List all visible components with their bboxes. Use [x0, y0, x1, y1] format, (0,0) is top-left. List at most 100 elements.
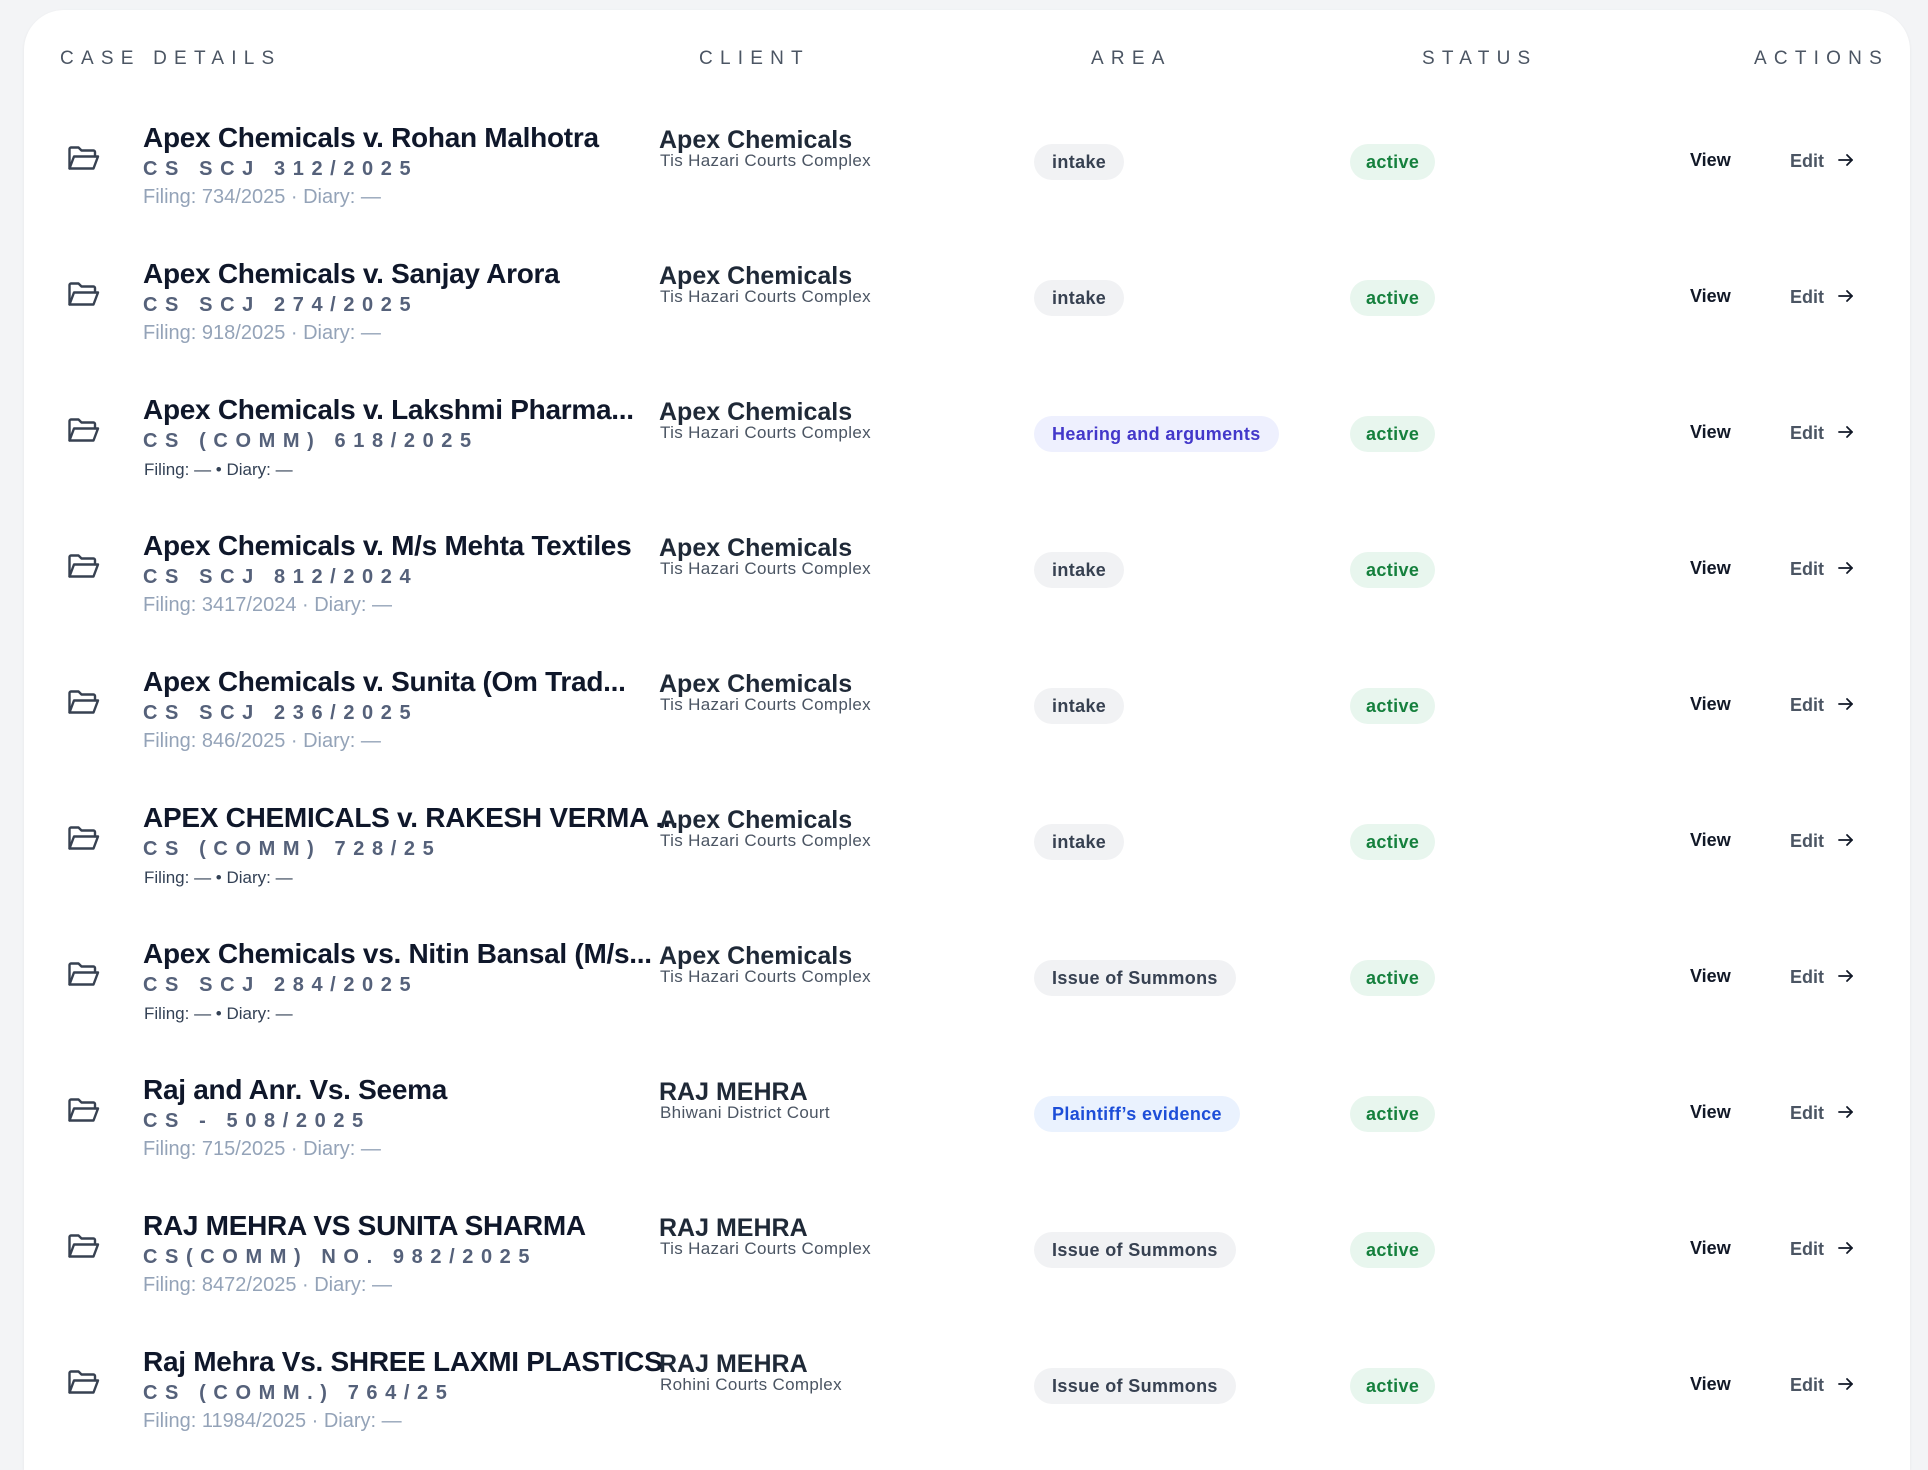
status-badge: active: [1350, 1096, 1436, 1132]
case-title[interactable]: Raj Mehra Vs. SHREE LAXMI PLASTICS: [143, 1346, 683, 1378]
edit-button[interactable]: Edit: [1790, 286, 1856, 311]
folder-open-icon: [64, 412, 102, 448]
status-badge: active: [1350, 1232, 1436, 1268]
arrow-right-icon: [1836, 422, 1856, 447]
edit-button[interactable]: Edit: [1790, 150, 1856, 175]
case-title[interactable]: Raj and Anr. Vs. Seema: [143, 1074, 683, 1106]
filing-diary-info: Filing: — • Diary: —: [144, 460, 293, 479]
table-row[interactable]: Apex Chemicals v. Lakshmi Pharma... CS (…: [24, 368, 1910, 504]
view-button[interactable]: View: [1690, 1374, 1731, 1395]
edit-button[interactable]: Edit: [1790, 694, 1856, 719]
view-button[interactable]: View: [1690, 1238, 1731, 1259]
view-button[interactable]: View: [1690, 1102, 1731, 1123]
court-name: Tis Hazari Courts Complex: [660, 695, 871, 714]
table-row[interactable]: Apex Chemicals v. Sunita (Om Trad... CS …: [24, 640, 1910, 776]
edit-button[interactable]: Edit: [1790, 558, 1856, 583]
view-button[interactable]: View: [1690, 830, 1731, 851]
edit-label: Edit: [1790, 831, 1824, 851]
table-row[interactable]: Apex Chemicals v. Rohan Malhotra CS SCJ …: [24, 96, 1910, 232]
edit-label: Edit: [1790, 1375, 1824, 1395]
court-name: Tis Hazari Courts Complex: [660, 287, 871, 306]
edit-button[interactable]: Edit: [1790, 1102, 1856, 1127]
folder-open-icon: [64, 1364, 102, 1400]
filing-diary-info: Filing: 8472/2025 · Diary: —: [143, 1274, 393, 1296]
table-body: Apex Chemicals v. Rohan Malhotra CS SCJ …: [24, 96, 1910, 1456]
folder-open-icon: [64, 1228, 102, 1264]
filing-diary-info: Filing: — • Diary: —: [144, 868, 293, 887]
area-badge: intake: [1034, 552, 1125, 588]
arrow-right-icon: [1836, 286, 1856, 311]
case-number: CS(COMM) NO. 982/2025: [143, 1246, 538, 1268]
table-row[interactable]: Apex Chemicals v. Sanjay Arora CS SCJ 27…: [24, 232, 1910, 368]
case-title[interactable]: Apex Chemicals v. Lakshmi Pharma...: [143, 394, 683, 426]
folder-open-icon: [64, 1092, 102, 1128]
filing-diary-info: Filing: 734/2025 · Diary: —: [143, 186, 381, 208]
case-title[interactable]: Apex Chemicals v. Sunita (Om Trad...: [143, 666, 683, 698]
case-title[interactable]: RAJ MEHRA VS SUNITA SHARMA: [143, 1210, 683, 1242]
court-name: Tis Hazari Courts Complex: [660, 1239, 871, 1258]
arrow-right-icon: [1836, 966, 1856, 991]
filing-diary-info: Filing: 918/2025 · Diary: —: [143, 322, 381, 344]
folder-open-icon: [64, 548, 102, 584]
status-badge: active: [1350, 416, 1436, 452]
table-header: CASE DETAILS CLIENT AREA STATUS ACTIONS: [24, 38, 1910, 78]
arrow-right-icon: [1836, 1374, 1856, 1399]
table-row[interactable]: Raj and Anr. Vs. Seema CS - 508/2025 Fil…: [24, 1048, 1910, 1184]
view-button[interactable]: View: [1690, 966, 1731, 987]
case-title[interactable]: Apex Chemicals v. Sanjay Arora: [143, 258, 683, 290]
court-name: Tis Hazari Courts Complex: [660, 151, 871, 170]
court-name: Bhiwani District Court: [660, 1103, 830, 1122]
column-header-actions: ACTIONS: [1754, 48, 1889, 69]
filing-diary-info: Filing: 846/2025 · Diary: —: [143, 730, 381, 752]
case-title[interactable]: Apex Chemicals v. Rohan Malhotra: [143, 122, 683, 154]
court-name: Tis Hazari Courts Complex: [660, 559, 871, 578]
table-row[interactable]: RAJ MEHRA VS SUNITA SHARMA CS(COMM) NO. …: [24, 1184, 1910, 1320]
folder-open-icon: [64, 956, 102, 992]
edit-button[interactable]: Edit: [1790, 422, 1856, 447]
case-number: CS SCJ 236/2025: [143, 702, 419, 724]
table-row[interactable]: Apex Chemicals v. M/s Mehta Textiles CS …: [24, 504, 1910, 640]
view-button[interactable]: View: [1690, 558, 1731, 579]
arrow-right-icon: [1836, 694, 1856, 719]
status-badge: active: [1350, 552, 1436, 588]
area-badge: intake: [1034, 280, 1125, 316]
filing-diary-info: Filing: 715/2025 · Diary: —: [143, 1138, 381, 1160]
edit-button[interactable]: Edit: [1790, 966, 1856, 991]
arrow-right-icon: [1836, 830, 1856, 855]
area-badge: Issue of Summons: [1034, 960, 1236, 996]
filing-diary-info: Filing: 11984/2025 · Diary: —: [143, 1410, 402, 1432]
edit-button[interactable]: Edit: [1790, 830, 1856, 855]
court-name: Tis Hazari Courts Complex: [660, 967, 871, 986]
edit-label: Edit: [1790, 151, 1824, 171]
edit-label: Edit: [1790, 423, 1824, 443]
case-title[interactable]: Apex Chemicals v. M/s Mehta Textiles: [143, 530, 683, 562]
case-number: CS (COMM) 728/25: [143, 838, 442, 860]
column-header-case-details: CASE DETAILS: [60, 48, 282, 69]
case-number: CS - 508/2025: [143, 1110, 371, 1132]
table-row[interactable]: Raj Mehra Vs. SHREE LAXMI PLASTICS CS (C…: [24, 1320, 1910, 1456]
edit-label: Edit: [1790, 695, 1824, 715]
edit-button[interactable]: Edit: [1790, 1238, 1856, 1263]
view-button[interactable]: View: [1690, 422, 1731, 443]
case-title[interactable]: Apex Chemicals vs. Nitin Bansal (M/s...: [143, 938, 683, 970]
case-number: CS SCJ 284/2025: [143, 974, 419, 996]
case-title[interactable]: APEX CHEMICALS v. RAKESH VERMA ...: [143, 802, 683, 834]
edit-label: Edit: [1790, 1239, 1824, 1259]
case-number: CS SCJ 274/2025: [143, 294, 419, 316]
area-badge: intake: [1034, 144, 1125, 180]
table-row[interactable]: Apex Chemicals vs. Nitin Bansal (M/s... …: [24, 912, 1910, 1048]
area-badge: intake: [1034, 688, 1125, 724]
edit-label: Edit: [1790, 967, 1824, 987]
court-name: Tis Hazari Courts Complex: [660, 831, 871, 850]
area-badge: Plaintiff’s evidence: [1034, 1096, 1240, 1132]
table-row[interactable]: APEX CHEMICALS v. RAKESH VERMA ... CS (C…: [24, 776, 1910, 912]
edit-label: Edit: [1790, 559, 1824, 579]
status-badge: active: [1350, 1368, 1436, 1404]
arrow-right-icon: [1836, 150, 1856, 175]
status-badge: active: [1350, 280, 1436, 316]
view-button[interactable]: View: [1690, 286, 1731, 307]
view-button[interactable]: View: [1690, 694, 1731, 715]
filing-diary-info: Filing: — • Diary: —: [144, 1004, 293, 1023]
view-button[interactable]: View: [1690, 150, 1731, 171]
edit-button[interactable]: Edit: [1790, 1374, 1856, 1399]
